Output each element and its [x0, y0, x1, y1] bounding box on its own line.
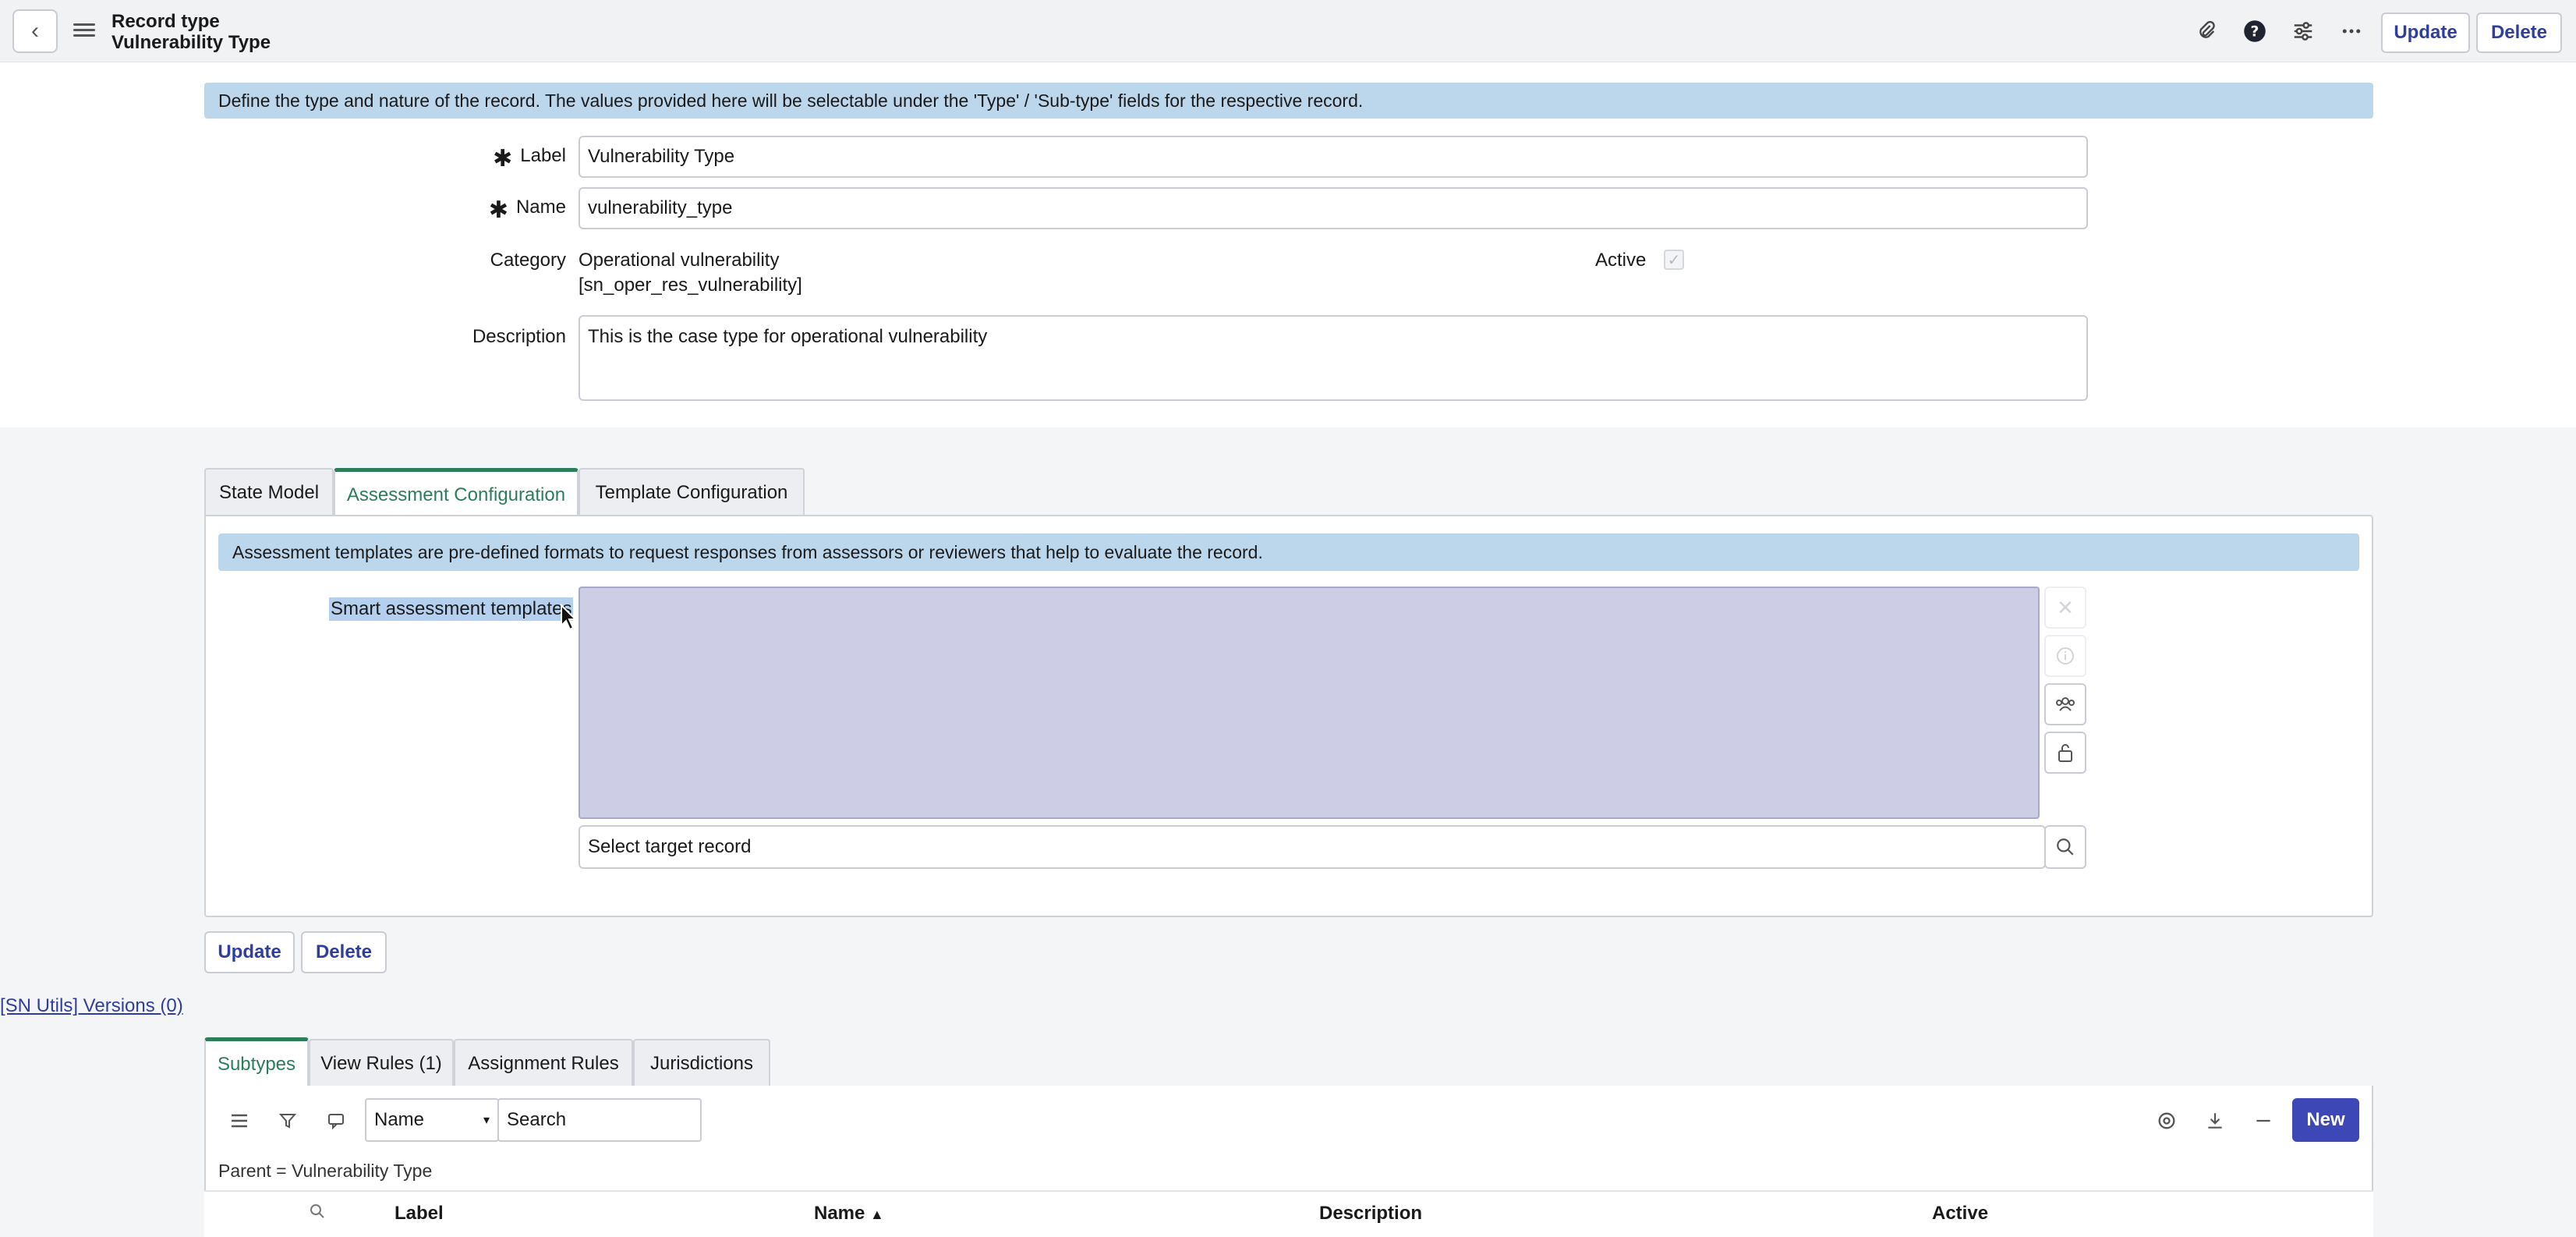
smart-templates-selected-list[interactable]	[579, 587, 2040, 819]
search-field-select[interactable]: Name ▾	[365, 1098, 499, 1142]
back-button[interactable]: ‹	[12, 9, 58, 53]
header-delete-button[interactable]: Delete	[2476, 12, 2562, 53]
list-table-header	[204, 1190, 2373, 1237]
paperclip-icon[interactable]	[2192, 17, 2220, 45]
assessment-info-message: Assessment templates are pre-defined for…	[218, 533, 2359, 571]
category-value: Operational vulnerability	[579, 250, 780, 271]
tab-state-model[interactable]: State Model	[204, 468, 334, 516]
tab-subtypes[interactable]: Subtypes	[204, 1037, 309, 1087]
new-record-button[interactable]: New	[2292, 1098, 2359, 1142]
tab-view-rules[interactable]: View Rules (1)	[309, 1039, 454, 1087]
unlock-icon[interactable]	[2044, 732, 2086, 774]
list-filter-breadcrumb[interactable]: Parent = Vulnerability Type	[218, 1161, 432, 1182]
comment-icon[interactable]	[323, 1108, 349, 1134]
active-field-caption: Active	[1595, 250, 1647, 271]
sliders-icon[interactable]	[2289, 17, 2317, 45]
search-icon[interactable]	[304, 1198, 331, 1225]
tab-assignment-rules[interactable]: Assignment Rules	[454, 1039, 633, 1087]
info-icon	[2044, 635, 2086, 677]
description-field-caption: Description	[472, 326, 566, 347]
column-header-label[interactable]: Label	[395, 1203, 444, 1225]
chevron-left-icon: ‹	[31, 18, 39, 44]
column-header-active[interactable]: Active	[1932, 1203, 1988, 1225]
bottom-delete-button[interactable]: Delete	[301, 931, 387, 973]
label-input[interactable]: Vulnerability Type	[579, 136, 2088, 178]
header-update-button[interactable]: Update	[2381, 12, 2470, 53]
description-textarea[interactable]: This is the case type for operational vu…	[579, 315, 2088, 401]
tab-template-configuration[interactable]: Template Configuration	[579, 468, 805, 516]
tab-jurisdictions[interactable]: Jurisdictions	[633, 1039, 770, 1087]
search-icon[interactable]	[2044, 825, 2086, 869]
mouse-cursor-icon	[561, 604, 578, 631]
chevron-down-icon: ▾	[483, 1114, 490, 1127]
smart-assessment-templates-label: Smart assessment templates	[329, 597, 574, 621]
category-field-caption: Category	[490, 250, 566, 271]
column-header-description[interactable]: Description	[1319, 1203, 1422, 1225]
record-title: Vulnerability Type	[111, 32, 271, 53]
form-header: ‹ Record type Vulnerability Type ? Updat…	[0, 0, 2576, 62]
group-icon[interactable]	[2044, 683, 2086, 725]
form-info-message: Define the type and nature of the record…	[204, 83, 2373, 119]
name-field-caption: ✱ Name	[488, 197, 566, 223]
required-icon: ✱	[488, 197, 508, 223]
download-icon[interactable]	[2202, 1108, 2228, 1134]
active-checkbox[interactable]: ✓	[1664, 250, 1684, 270]
column-header-name[interactable]: Name ▲	[814, 1203, 884, 1225]
list-search-input[interactable]: Search	[497, 1098, 702, 1142]
tab-assessment-configuration[interactable]: Assessment Configuration	[334, 468, 579, 518]
sort-ascending-icon: ▲	[870, 1207, 884, 1222]
svg-text:?: ?	[2251, 23, 2259, 40]
collapse-icon[interactable]	[2250, 1108, 2277, 1134]
remove-icon: ✕	[2044, 587, 2086, 629]
checkmark-icon: ✓	[1667, 251, 1681, 269]
record-type-caption: Record type	[111, 11, 220, 32]
bottom-update-button[interactable]: Update	[204, 931, 295, 973]
more-icon[interactable]	[2337, 17, 2365, 45]
sn-utils-versions-link[interactable]: [SN Utils] Versions (0)	[0, 995, 183, 1017]
select-target-record-input[interactable]: Select target record	[579, 825, 2046, 869]
name-input[interactable]: vulnerability_type	[579, 187, 2088, 229]
context-menu-icon[interactable]	[73, 20, 95, 42]
list-menu-icon[interactable]	[226, 1108, 253, 1134]
filter-icon[interactable]	[274, 1108, 301, 1134]
category-table-name: [sn_oper_res_vulnerability]	[579, 275, 802, 296]
gear-icon[interactable]	[2153, 1108, 2180, 1134]
required-icon: ✱	[493, 146, 513, 172]
label-field-caption: ✱ Label	[493, 145, 566, 172]
help-icon[interactable]: ?	[2241, 17, 2269, 45]
